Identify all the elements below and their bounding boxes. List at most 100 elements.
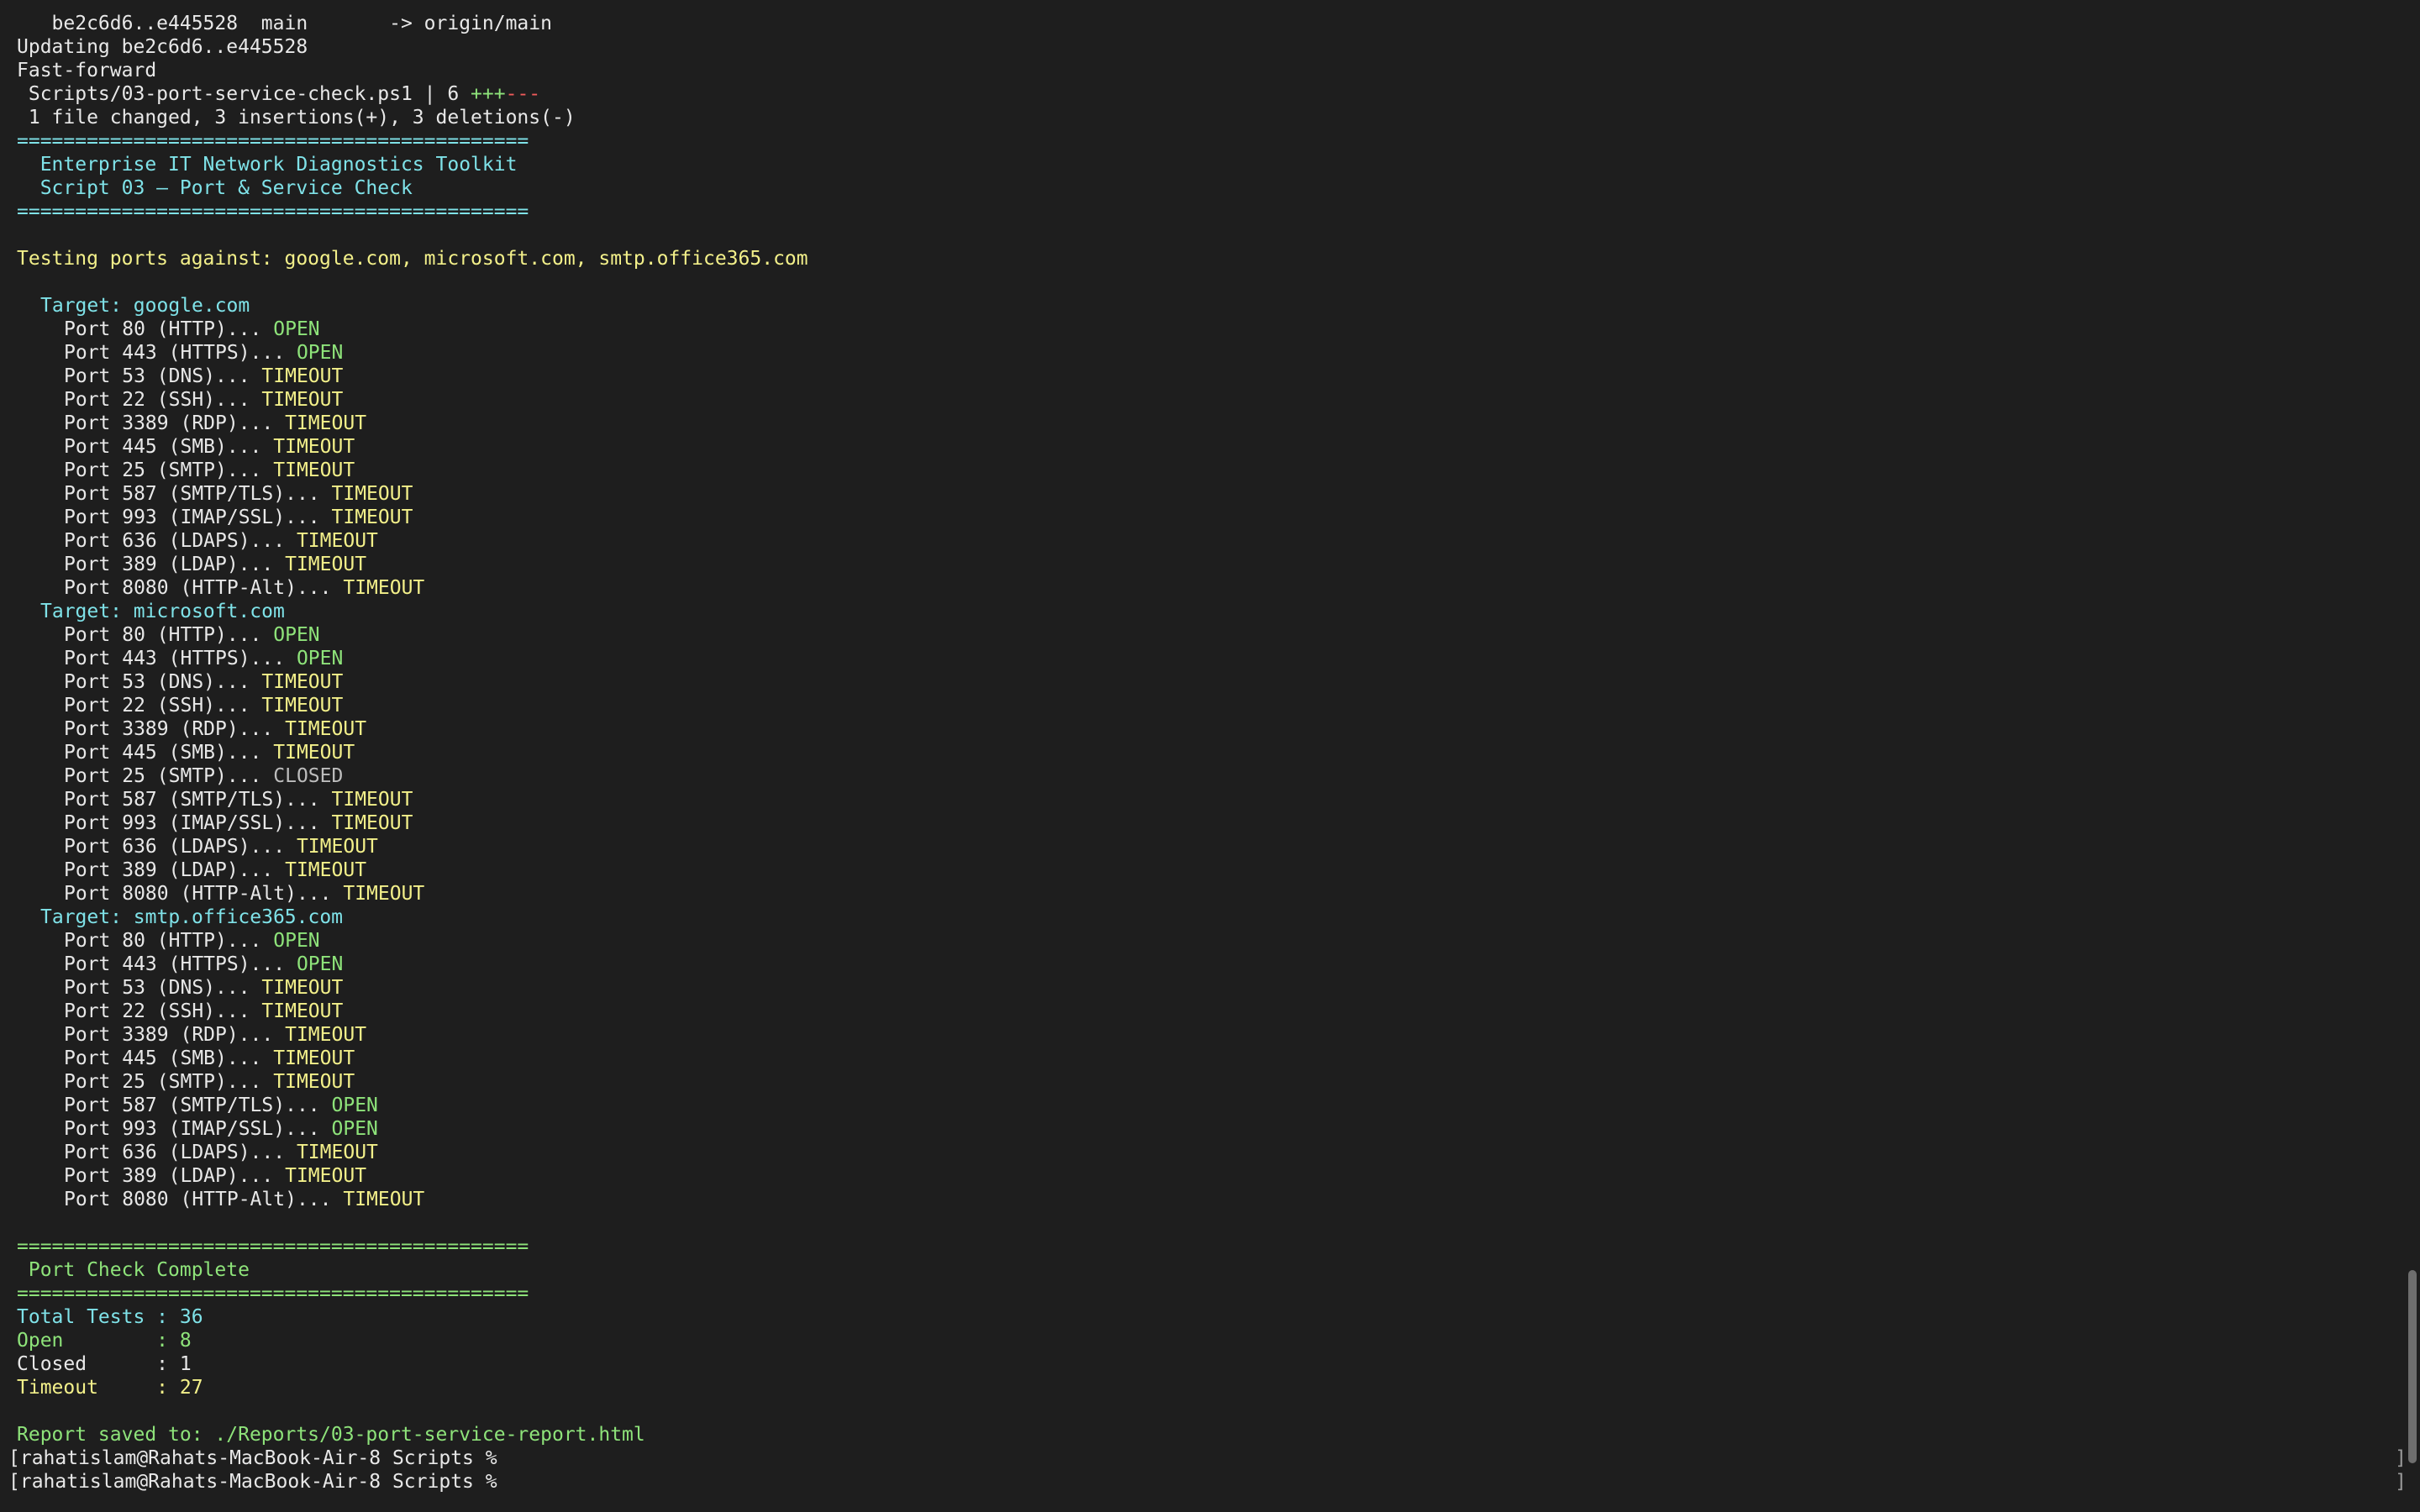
port-label: Port 3389 (RDP)... <box>64 718 286 740</box>
summary-timeout: Timeout : 27 <box>17 1377 203 1399</box>
port-status: OPEN <box>296 953 344 975</box>
port-status: OPEN <box>296 342 344 364</box>
port-result-line: Port 8080 (HTTP-Alt)... TIMEOUT <box>17 882 2370 906</box>
complete-rule-bottom: ========================================… <box>17 1283 529 1305</box>
port-label: Port 993 (IMAP/SSL)... <box>64 1118 332 1140</box>
port-label: Port 8080 (HTTP-Alt)... <box>64 1189 344 1210</box>
port-label: Port 22 (SSH)... <box>64 389 262 411</box>
port-label: Port 25 (SMTP)... <box>64 1071 274 1093</box>
port-status: TIMEOUT <box>331 812 413 834</box>
port-label: Port 587 (SMTP/TLS)... <box>64 789 332 811</box>
port-status: TIMEOUT <box>261 977 344 999</box>
port-result-line: Port 636 (LDAPS)... TIMEOUT <box>17 529 2370 553</box>
diffstat-file: Scripts/03-port-service-check.ps1 | 6 <box>17 83 471 105</box>
port-status: TIMEOUT <box>343 883 425 905</box>
port-result-line: Port 993 (IMAP/SSL)... TIMEOUT <box>17 506 2370 529</box>
banner-subtitle: Script 03 — Port & Service Check <box>17 177 413 199</box>
port-label: Port 8080 (HTTP-Alt)... <box>64 577 344 599</box>
port-status: TIMEOUT <box>296 1142 378 1163</box>
report-saved-line: Report saved to: ./Reports/03-port-servi… <box>17 1424 645 1446</box>
port-status: TIMEOUT <box>285 1165 367 1187</box>
port-results: Target: google.com Port 80 (HTTP)... OPEN… <box>17 294 2370 1211</box>
banner-title: Enterprise IT Network Diagnostics Toolki… <box>17 154 518 176</box>
target-label: Target: microsoft.com <box>40 601 285 622</box>
port-status: TIMEOUT <box>273 459 355 481</box>
port-result-line: Port 445 (SMB)... TIMEOUT <box>17 435 2370 459</box>
port-status: TIMEOUT <box>331 507 413 528</box>
port-result-line: Port 8080 (HTTP-Alt)... TIMEOUT <box>17 576 2370 600</box>
port-label: Port 445 (SMB)... <box>64 1047 274 1069</box>
diffstat-deletions: --- <box>505 83 541 105</box>
port-result-line: Port 22 (SSH)... TIMEOUT <box>17 388 2370 412</box>
port-label: Port 3389 (RDP)... <box>64 412 286 434</box>
port-label: Port 389 (LDAP)... <box>64 859 286 881</box>
port-result-line: Port 389 (LDAP)... TIMEOUT <box>17 1164 2370 1188</box>
port-label: Port 80 (HTTP)... <box>64 930 274 952</box>
port-result-line: Port 445 (SMB)... TIMEOUT <box>17 1047 2370 1070</box>
port-result-line: Port 80 (HTTP)... OPEN <box>17 623 2370 647</box>
port-label: Port 3389 (RDP)... <box>64 1024 286 1046</box>
port-status: TIMEOUT <box>296 836 378 858</box>
port-result-line: Port 53 (DNS)... TIMEOUT <box>17 365 2370 388</box>
port-status: TIMEOUT <box>261 671 344 693</box>
port-result-line: Port 3389 (RDP)... TIMEOUT <box>17 412 2370 435</box>
port-status: TIMEOUT <box>285 859 367 881</box>
git-diffstat-line: Scripts/03-port-service-check.ps1 | 6 ++… <box>17 82 2370 106</box>
port-label: Port 22 (SSH)... <box>64 695 262 717</box>
banner-rule-top: ========================================… <box>17 130 529 152</box>
port-status: TIMEOUT <box>261 389 344 411</box>
port-result-line: Port 22 (SSH)... TIMEOUT <box>17 1000 2370 1023</box>
port-result-line: Port 587 (SMTP/TLS)... TIMEOUT <box>17 788 2370 811</box>
port-label: Port 636 (LDAPS)... <box>64 1142 297 1163</box>
port-label: Port 389 (LDAP)... <box>64 554 286 575</box>
port-label: Port 587 (SMTP/TLS)... <box>64 483 332 505</box>
testing-line: Testing ports against: google.com, micro… <box>17 248 808 270</box>
port-result-line: Port 53 (DNS)... TIMEOUT <box>17 670 2370 694</box>
port-label: Port 53 (DNS)... <box>64 365 262 387</box>
port-label: Port 389 (LDAP)... <box>64 1165 286 1187</box>
port-label: Port 53 (DNS)... <box>64 671 262 693</box>
port-status: TIMEOUT <box>273 1071 355 1093</box>
port-status: TIMEOUT <box>261 1000 344 1022</box>
port-status: TIMEOUT <box>285 1024 367 1046</box>
port-label: Port 636 (LDAPS)... <box>64 836 297 858</box>
port-label: Port 445 (SMB)... <box>64 742 274 764</box>
port-result-line: Port 389 (LDAP)... TIMEOUT <box>17 858 2370 882</box>
summary-closed: Closed : 1 <box>17 1353 192 1375</box>
port-status: TIMEOUT <box>285 554 367 575</box>
port-result-line: Port 389 (LDAP)... TIMEOUT <box>17 553 2370 576</box>
port-label: Port 443 (HTTPS)... <box>64 342 297 364</box>
port-label: Port 25 (SMTP)... <box>64 459 274 481</box>
target-label: Target: google.com <box>40 295 250 317</box>
shell-prompt[interactable]: [rahatislam@Rahats-MacBook-Air-8 Scripts… <box>8 1470 2407 1494</box>
port-label: Port 443 (HTTPS)... <box>64 648 297 669</box>
port-status: TIMEOUT <box>273 742 355 764</box>
terminal-output: be2c6d6..e445528 main -> origin/main Upd… <box>8 12 2407 1494</box>
port-label: Port 587 (SMTP/TLS)... <box>64 1095 332 1116</box>
scrollbar-thumb[interactable] <box>2408 1270 2417 1463</box>
port-status: TIMEOUT <box>261 695 344 717</box>
diffstat-insertions: +++ <box>471 83 506 105</box>
port-label: Port 443 (HTTPS)... <box>64 953 297 975</box>
port-result-line: Port 445 (SMB)... TIMEOUT <box>17 741 2370 764</box>
port-label: Port 993 (IMAP/SSL)... <box>64 507 332 528</box>
port-result-line: Port 22 (SSH)... TIMEOUT <box>17 694 2370 717</box>
target-label: Target: smtp.office365.com <box>40 906 344 928</box>
port-status: TIMEOUT <box>285 412 367 434</box>
shell-prompt[interactable]: [rahatislam@Rahats-MacBook-Air-8 Scripts… <box>8 1446 2407 1470</box>
port-result-line: Port 3389 (RDP)... TIMEOUT <box>17 717 2370 741</box>
port-status: OPEN <box>331 1095 378 1116</box>
port-label: Port 80 (HTTP)... <box>64 624 274 646</box>
port-result-line: Port 80 (HTTP)... OPEN <box>17 318 2370 341</box>
port-status: TIMEOUT <box>273 1047 355 1069</box>
git-fast-forward-line: Fast-forward <box>17 60 157 81</box>
port-label: Port 22 (SSH)... <box>64 1000 262 1022</box>
port-result-line: Port 443 (HTTPS)... OPEN <box>17 953 2370 976</box>
port-label: Port 445 (SMB)... <box>64 436 274 458</box>
port-status: OPEN <box>273 624 320 646</box>
summary-open: Open : 8 <box>17 1330 192 1352</box>
port-label: Port 80 (HTTP)... <box>64 318 274 340</box>
port-result-line: Port 443 (HTTPS)... OPEN <box>17 341 2370 365</box>
